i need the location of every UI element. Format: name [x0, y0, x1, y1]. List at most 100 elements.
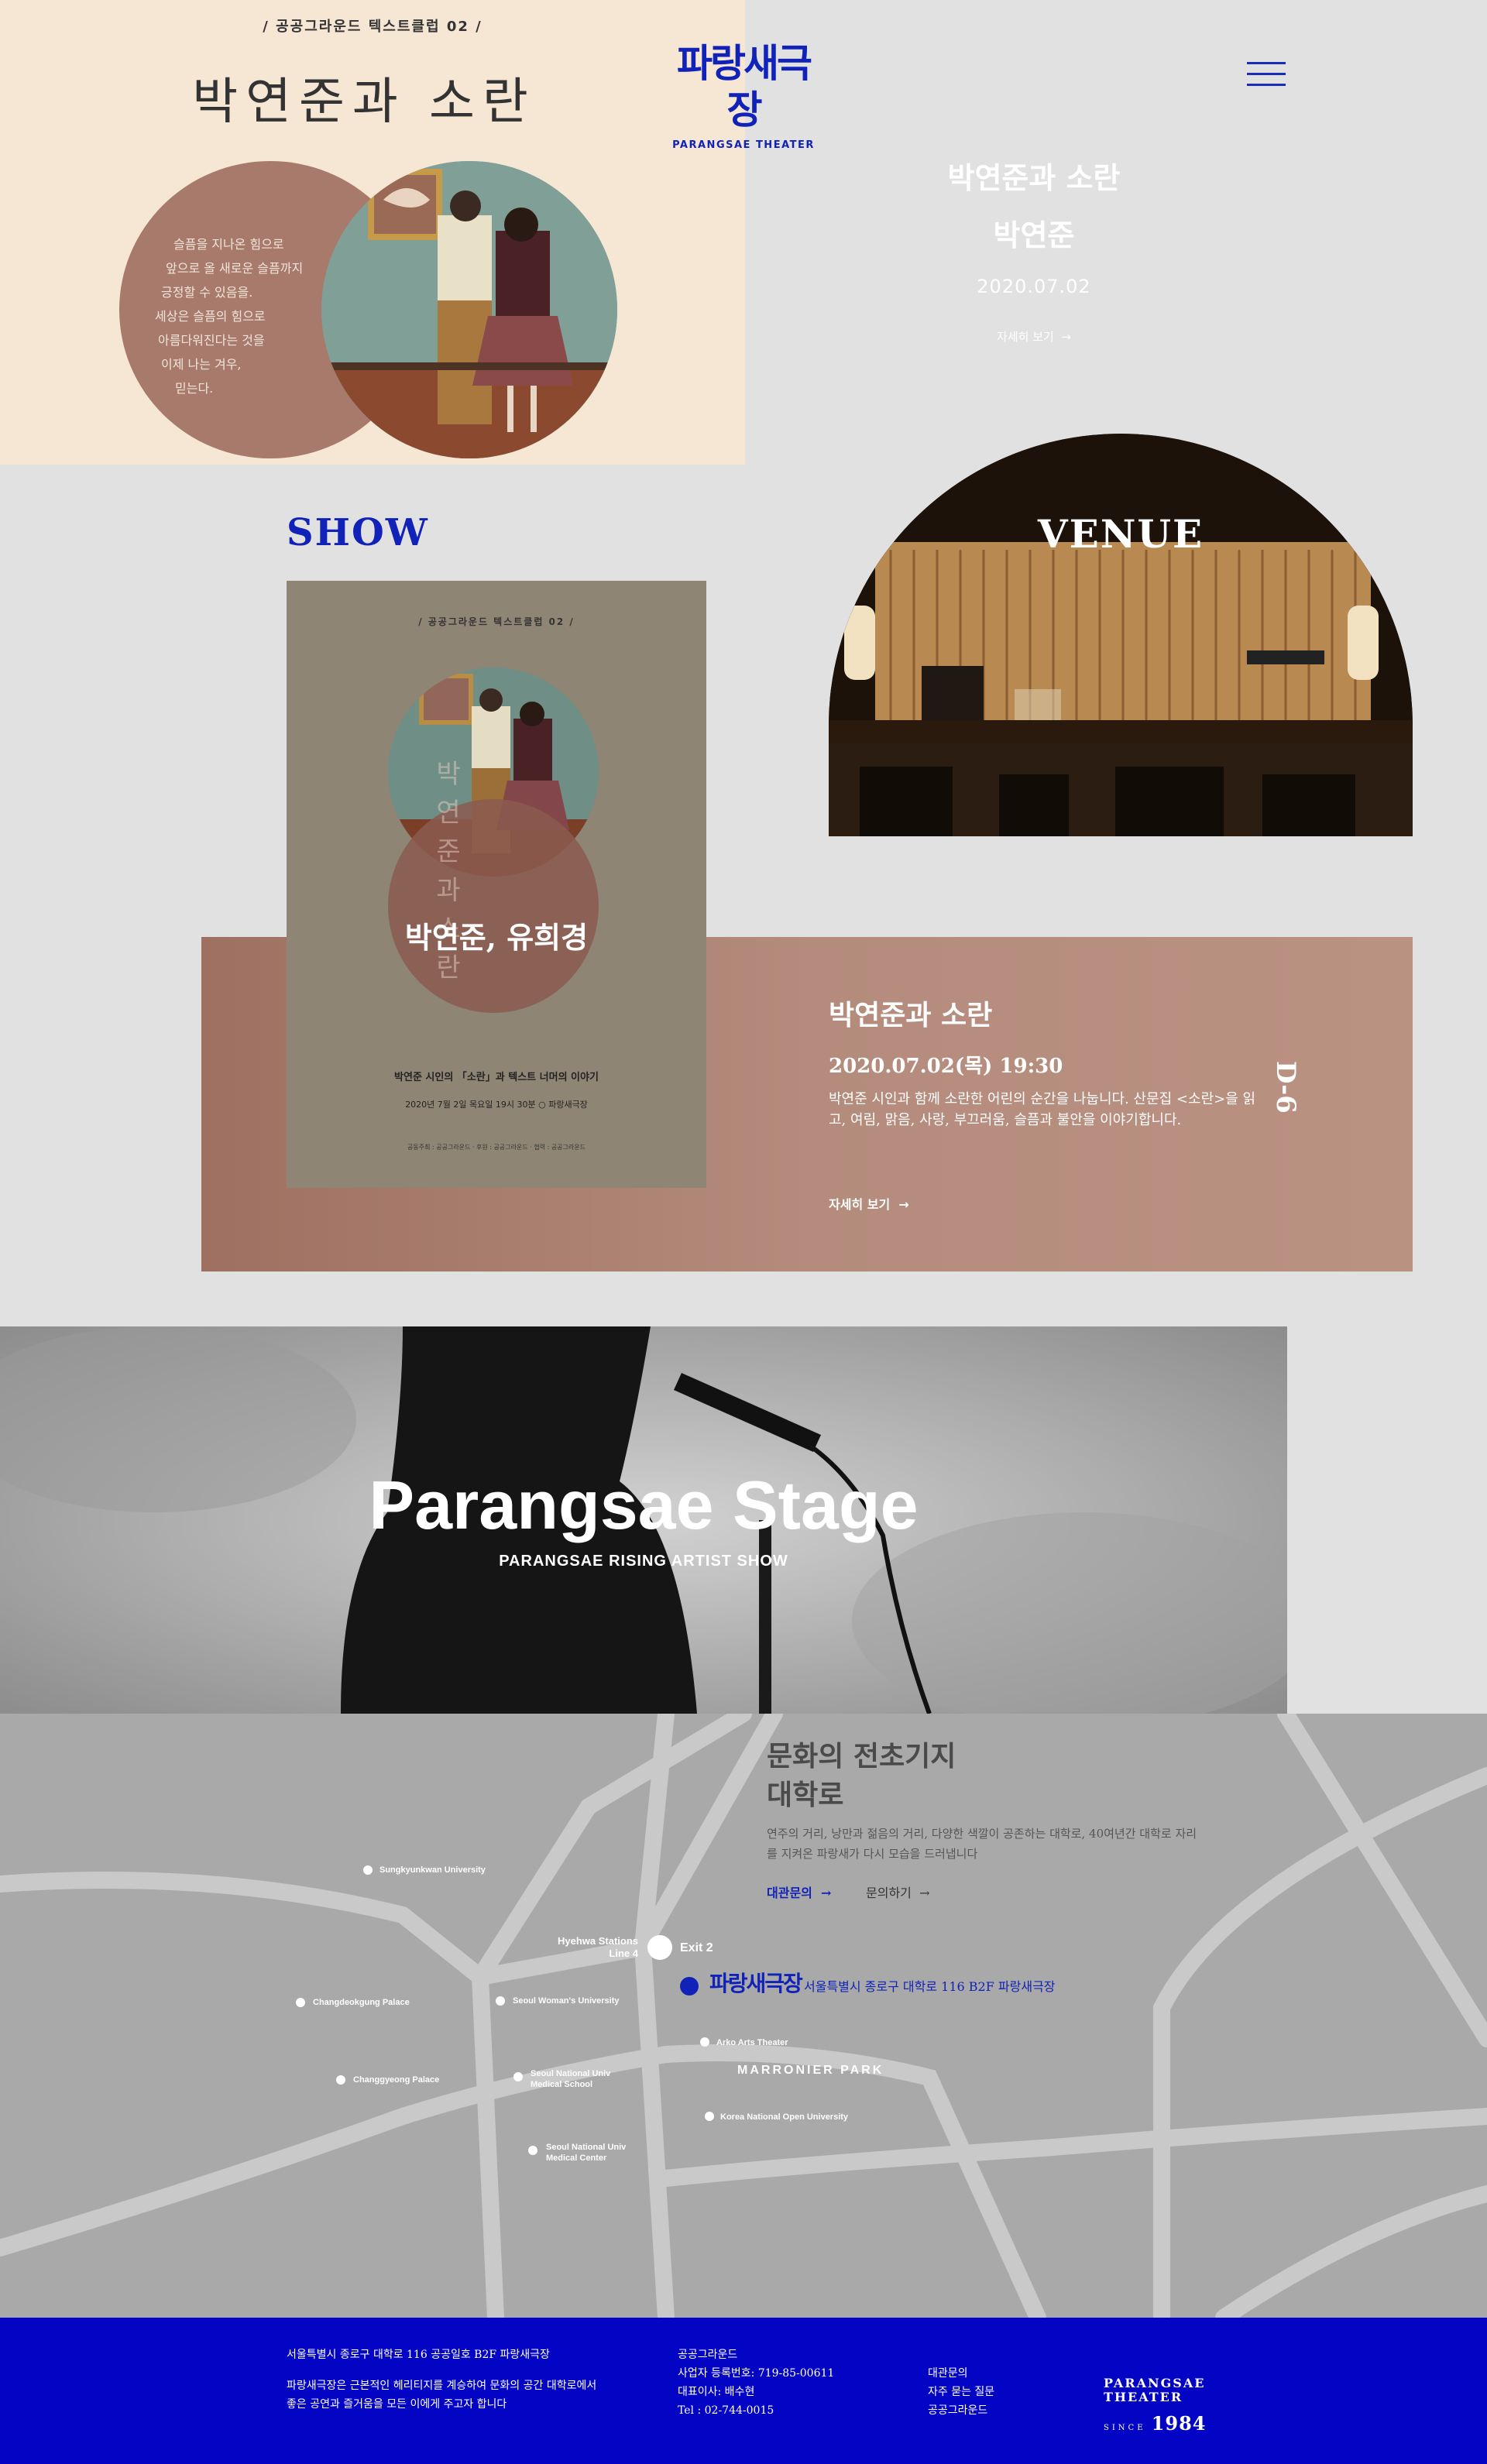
place-marker — [363, 1865, 373, 1875]
hero-info-date: 2020.07.02 — [977, 276, 1091, 297]
arrow-right-icon: → — [816, 1886, 832, 1900]
place-label: Seoul Woman's University — [513, 1996, 620, 2006]
poster-circle — [388, 799, 599, 1013]
logo-english: PARANGSAE THEATER — [672, 139, 815, 151]
map-address: 서울특별시 종로구 대학로 116 B2F 파랑새극장 — [804, 1979, 1056, 1994]
map-heading-line: 대학로 — [767, 1779, 844, 1811]
place-label: Korea National Open University — [720, 2112, 849, 2122]
footer-since: SINCE 1984 — [1104, 2412, 1259, 2435]
footer-about: 서울특별시 종로구 대학로 116 공공일호 B2F 파랑새극장 파랑새극장은 … — [287, 2346, 627, 2414]
footer-brand-line: PARANGSAE — [1104, 2376, 1206, 2390]
hero-title: 박연준과 소란 — [192, 74, 536, 131]
show-more-label: 자세히 보기 — [829, 1197, 891, 1212]
hero-more-label: 자세히 보기 — [997, 330, 1054, 344]
place-marker — [700, 2037, 709, 2047]
footer: 서울특별시 종로구 대학로 116 공공일호 B2F 파랑새극장 파랑새극장은 … — [0, 2318, 1487, 2464]
map-description: 연주의 거리, 낭만과 젊음의 거리, 다양한 색깔이 공존하는 대학로, 40… — [767, 1827, 1197, 1861]
poem-line: 아름다워진다는 것을 — [158, 333, 265, 348]
hero-panel: / 공공그라운드 텍스트클럽 02 / 박연준과 소란 슬픔을 지나온 힘으로 … — [0, 0, 745, 465]
rent-inquiry-link[interactable]: 대관문의 → — [767, 1882, 831, 1901]
dday-badge: D-6 — [1270, 1061, 1301, 1114]
footer-company-name: 공공그라운드 — [678, 2349, 738, 2361]
venue-photo — [829, 434, 1413, 836]
stage-banner[interactable]: Parangsae Stage PARANGSAE RISING ARTIST … — [0, 1326, 1287, 1714]
poem-line: 세상은 슬픔의 힘으로 — [155, 309, 266, 324]
footer-biz-no: 사업자 등록번호: 719-85-00611 — [678, 2367, 835, 2380]
contact-link[interactable]: 문의하기 → — [866, 1882, 929, 1901]
hyehwa-station-label: Hyehwa Stations Line 4 — [527, 1935, 638, 1960]
map-theater-logo: 파랑새극장 — [709, 1971, 803, 1996]
footer-link-company[interactable]: 공공그라운드 — [928, 2401, 1083, 2420]
since-label: SINCE — [1104, 2424, 1146, 2432]
stage-subtitle: PARANGSAE RISING ARTIST SHOW — [499, 1553, 788, 1570]
poem-line: 믿는다. — [175, 381, 214, 396]
arrow-right-icon: → — [1057, 330, 1071, 344]
place-label: Changdeokgung Palace — [313, 1998, 410, 2007]
footer-link-rent[interactable]: 대관문의 — [928, 2364, 1083, 2383]
show-title: 박연준과 소란 — [829, 999, 993, 1031]
place-marker — [496, 1996, 505, 2006]
place-label: Arko Arts Theater — [716, 2038, 788, 2047]
hero-club-line: / 공공그라운드 텍스트클럽 02 / — [263, 19, 483, 35]
marronier-park-label: MARRONIER PARK — [737, 2064, 884, 2077]
footer-about-line: 파랑새극장은 근본적인 헤리티지를 계승하여 문화의 공간 대학로에서 — [287, 2380, 597, 2392]
footer-brand: PARANGSAE THEATER SINCE 1984 — [1104, 2376, 1259, 2435]
map-roads — [0, 1714, 1487, 2318]
exit-marker — [647, 1935, 672, 1960]
footer-links: 대관문의 자주 묻는 질문 공공그라운드 — [928, 2364, 1083, 2420]
footer-about-line: 좋은 공연과 즐거움을 모든 이에게 주고자 합니다 — [287, 2398, 507, 2411]
hero-info: 박연준과 소란 박연준 2020.07.02 자세히 보기 → — [883, 155, 1185, 345]
hero-info-title: 박연준과 소란 — [947, 160, 1121, 195]
logo-korean: 파랑새극장 — [677, 41, 812, 132]
poster-club-line: / 공공그라운드 텍스트클럽 02 / — [418, 616, 575, 627]
place-label: Seoul National Univ Medical Center — [546, 2143, 627, 2163]
site-logo[interactable]: 파랑새극장 PARANGSAE THEATER — [666, 40, 821, 151]
station-name: Hyehwa Stations — [557, 1935, 638, 1947]
footer-company: 공공그라운드 사업자 등록번호: 719-85-00611 대표이사: 배수현 … — [678, 2346, 871, 2420]
contact-label: 문의하기 — [866, 1886, 912, 1900]
map-heading: 문화의 전초기지 대학로 — [767, 1737, 956, 1814]
place-marker — [705, 2112, 714, 2121]
venue-title: VENUE — [1037, 511, 1204, 557]
poem-line: 긍정할 수 있음을. — [161, 285, 253, 300]
poster-artists: 박연준, 유희경 — [404, 920, 589, 955]
show-heading: SHOW — [287, 511, 429, 554]
footer-link-faq[interactable]: 자주 묻는 질문 — [928, 2383, 1083, 2401]
poem-line: 슬픔을 지나온 힘으로 — [173, 237, 284, 252]
footer-tel: Tel : 02-744-0015 — [678, 2404, 774, 2417]
arrow-right-icon: → — [915, 1886, 930, 1900]
place-label: Seoul National Univ Medical School — [531, 2069, 611, 2089]
place-marker — [296, 1998, 305, 2007]
poster-subtitle: 박연준 시인의 「소란」과 텍스트 너머의 이야기 — [394, 1072, 599, 1083]
hamburger-icon[interactable] — [1247, 62, 1286, 90]
place-label: Changgyeong Palace — [353, 2075, 440, 2085]
footer-brand-line: THEATER — [1104, 2390, 1183, 2404]
hero-painting-image — [321, 161, 617, 458]
footer-address: 서울특별시 종로구 대학로 116 공공일호 B2F 파랑새극장 — [287, 2349, 550, 2361]
hero-info-more-link[interactable]: 자세히 보기 → — [883, 328, 1185, 345]
place-marker — [513, 2072, 523, 2081]
since-year: 1984 — [1151, 2412, 1207, 2435]
map-heading-line: 문화의 전초기지 — [767, 1740, 956, 1773]
poem-line: 이제 나는 겨우, — [161, 357, 242, 372]
hero-poem: 슬픔을 지나온 힘으로 앞으로 올 새로운 슬픔까지 긍정할 수 있음을. 세상… — [152, 232, 338, 400]
show-more-link[interactable]: 자세히 보기 → — [829, 1194, 909, 1213]
theater-pin-icon — [680, 1977, 699, 1996]
arrow-right-icon: → — [894, 1197, 909, 1212]
place-marker — [528, 2146, 537, 2155]
location-map: 문화의 전초기지 대학로 연주의 거리, 낭만과 젊음의 거리, 다양한 색깔이… — [0, 1714, 1487, 2318]
poster-date-line: 2020년 7월 2일 목요일 19시 30분 ○ 파랑새극장 — [405, 1100, 588, 1110]
footer-ceo: 대표이사: 배수현 — [678, 2386, 755, 2398]
exit-label: Exit 2 — [680, 1941, 713, 1954]
place-marker — [336, 2075, 345, 2085]
station-line: Line 4 — [609, 1948, 638, 1959]
venue-card[interactable]: VENUE — [829, 434, 1413, 836]
show-poster[interactable]: / 공공그라운드 텍스트클럽 02 / 박연준과 소란 박연준, 유희경 박연준… — [287, 581, 706, 1188]
hero-info-name: 박연준 — [993, 218, 1075, 252]
stage-title: Parangsae Stage — [369, 1467, 919, 1543]
show-description: 박연준 시인과 함께 소란한 어린의 순간을 나눕니다. 산문집 <소란>을 읽… — [829, 1091, 1256, 1128]
poem-line: 앞으로 올 새로운 슬픔까지 — [166, 261, 304, 276]
show-date: 2020.07.02(목) 19:30 — [829, 1055, 1063, 1078]
place-label: Sungkyunkwan University — [379, 1865, 486, 1875]
poster-sponsors: 공동주최 : 공공그라운드 · 후원 : 공공그라운드 · 협력 : 공공그라운… — [407, 1144, 586, 1151]
